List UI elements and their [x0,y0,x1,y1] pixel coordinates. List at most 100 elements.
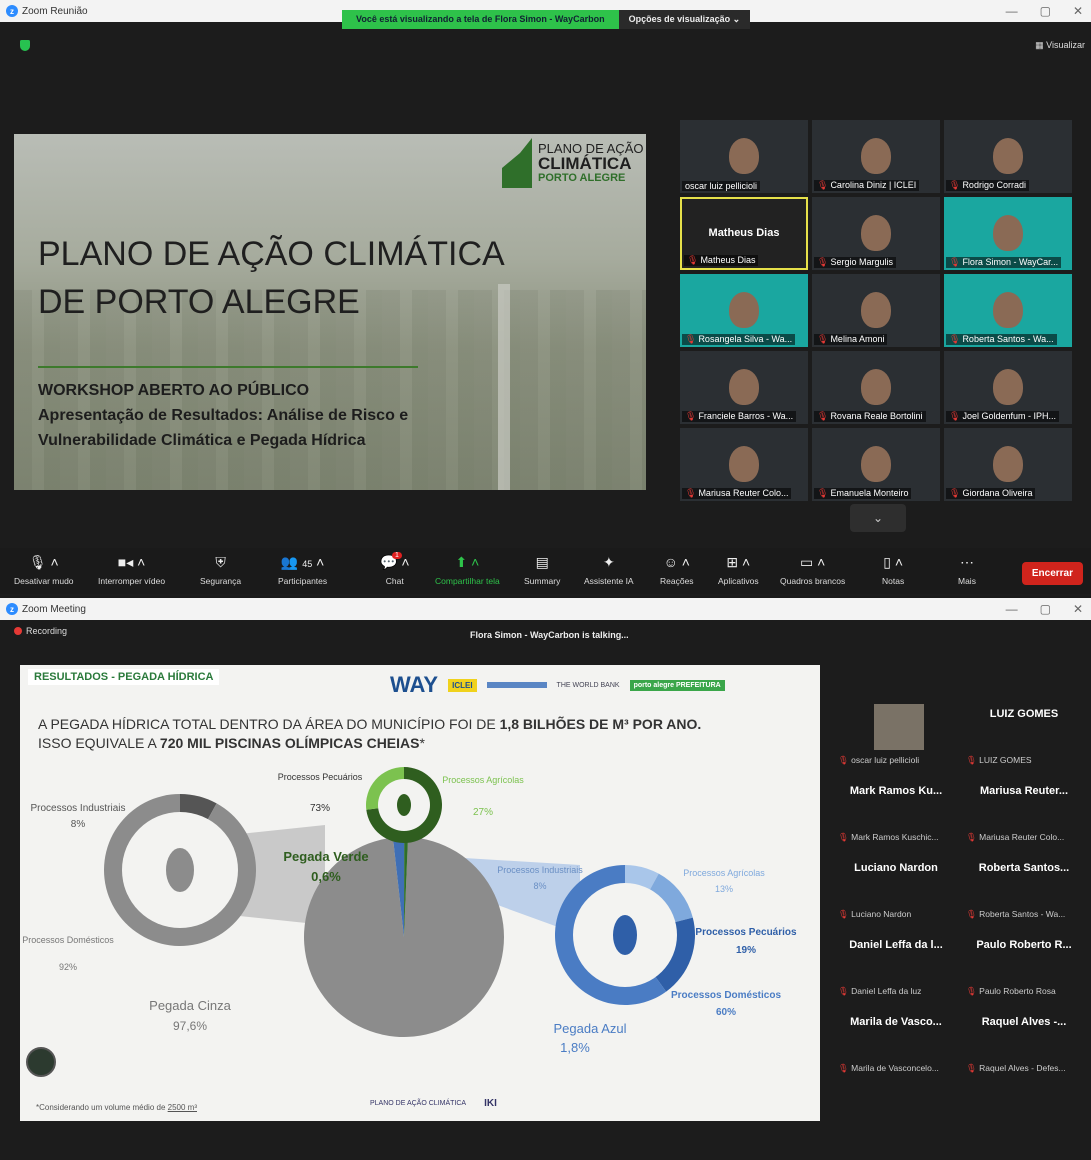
zoom-window-top: z Zoom Reunião — ▢ ✕ Você está visualiza… [0,0,1091,596]
participant-display-name: Mariusa Reuter... [979,785,1069,797]
muted-mic-icon: 🎙 [949,488,961,498]
footprint-blue-icon [613,915,637,955]
whiteboard-icon: ▭ ˄ [799,554,826,570]
plano-logo: PLANO DE AÇÃO CLIMÁTICA PORTO ALEGRE [502,138,643,188]
participant-tile[interactable]: Mariusa Reuter... 🎙 Mariusa Reuter Colo..… [964,773,1084,845]
participant-name: 🎙 Raquel Alves - Defes... [966,1063,1066,1073]
participant-tile[interactable]: 🎙 Flora Simon - WayCar... [944,197,1072,270]
value-pecuarios-green: 73% [310,803,330,814]
participant-name: 🎙 Mariusa Reuter Colo... [682,488,792,499]
participant-tile[interactable]: 🎙 Rovana Reale Bortolini [812,351,940,424]
summary-button[interactable]: ▤ Summary [524,554,560,586]
participant-name: 🎙 LUIZ GOMES [966,755,1032,765]
active-speaker-label: Flora Simon - WayCarbon is talking... [470,630,629,640]
label-industrial-gray: Processos Industriais [30,803,125,814]
zoom-logo-icon: z [6,5,18,17]
smiley-icon: ☺ ˄ [663,554,690,570]
more-button[interactable]: ⋯ Mais [958,554,976,586]
minimize-icon[interactable]: — [1006,4,1018,18]
video-button[interactable]: ■◂ ˄ Interromper vídeo [98,554,165,586]
iki-logo: IKI [484,1097,497,1109]
participant-display-name: Daniel Leffa da l... [849,939,943,951]
participant-video [993,446,1023,482]
participant-tile[interactable]: 🎙 Melina Amoni [812,274,940,347]
shared-slide: RESULTADOS - PEGADA HÍDRICA WAY ICLEI TH… [20,665,820,1121]
view-options-button[interactable]: Opções de visualização ⌄ [618,10,751,29]
sparkle-icon: ✦ [602,554,615,570]
chat-button[interactable]: 💬 ˄ 1 Chat [380,552,410,586]
value-industrial-blue: 8% [533,881,546,891]
participant-tile[interactable]: Roberta Santos... 🎙 Roberta Santos - Wa..… [964,850,1084,922]
security-button[interactable]: ⛨ Segurança [200,554,241,586]
participant-tile[interactable]: Raquel Alves -... 🎙 Raquel Alves - Defes.… [964,1004,1084,1076]
muted-mic-icon: 🎙 [966,986,980,996]
participant-tile[interactable]: 🎙 Sergio Margulis [812,197,940,270]
logo-line-3: PORTO ALEGRE [538,171,626,184]
participant-tile[interactable]: oscar luiz pellicioli [680,120,808,193]
participant-video [861,138,891,174]
label-pecuarios-green: Processos Pecuários [278,772,363,782]
participant-name: 🎙 oscar luiz pellicioli [838,755,920,765]
muted-mic-icon: 🎙 [685,411,697,421]
participant-tile[interactable]: LUIZ GOMES 🎙 LUIZ GOMES [964,696,1084,768]
subtitle-line2: Apresentação de Resultados: Análise de R… [38,407,409,424]
muted-mic-icon: 🎙 [817,334,829,344]
view-button[interactable]: ▦ Visualizar [1035,40,1085,51]
participant-tile[interactable]: Mark Ramos Ku... 🎙 Mark Ramos Kuschic... [836,773,956,845]
end-meeting-button[interactable]: Encerrar [1021,562,1083,585]
recording-indicator: Recording [14,626,67,636]
participant-tile[interactable]: Marila de Vasco... 🎙 Marila de Vasconcelo… [836,1004,956,1076]
muted-mic-icon: 🎙 [838,909,852,919]
participant-tile[interactable]: 🎙 Joel Goldenfum - IPH... [944,351,1072,424]
participant-tile[interactable]: 🎙 Carolina Diniz | ICLEI [812,120,940,193]
mute-button[interactable]: 🎙 ˄ Desativar mudo [14,554,74,586]
ai-assistant-button[interactable]: ✦ Assistente IA [584,554,634,586]
close-icon[interactable]: ✕ [1073,4,1083,18]
participants-button[interactable]: 👥 45 ˄ Participantes [278,554,327,586]
participant-tile[interactable]: Daniel Leffa da l... 🎙 Daniel Leffa da lu… [836,927,956,999]
share-screen-button[interactable]: ⬆ ˄ Compartilhar tela [435,554,500,586]
participant-tile[interactable]: 🎙 Rodrigo Corradi [944,120,1072,193]
participant-center-name: Matheus Dias [708,227,780,239]
participant-name: 🎙 Daniel Leffa da luz [838,986,922,996]
participant-tile[interactable]: 🎙 Emanuela Monteiro [812,428,940,501]
label-pecuarios-blue: Processos Pecuários [695,927,797,938]
participant-video [993,215,1023,251]
whiteboards-button[interactable]: ▭ ˄ Quadros brancos [780,554,845,586]
close-icon[interactable]: ✕ [1073,602,1083,616]
participant-tile[interactable]: 🎙 Rosangela Silva - Wa... [680,274,808,347]
participant-tile[interactable]: 🎙 Roberta Santos - Wa... [944,274,1072,347]
label-agricolas-green: Processos Agrícolas [442,775,524,785]
muted-mic-icon: 🎙 [966,832,980,842]
maximize-icon[interactable]: ▢ [1040,4,1051,18]
notes-button[interactable]: ▯ ˄ Notas [882,554,904,586]
participant-tile[interactable]: Matheus Dias 🎙 Matheus Dias [680,197,808,270]
muted-mic-icon: 🎙 [838,1063,852,1073]
participant-tile[interactable]: 🎙 oscar luiz pellicioli [836,696,956,768]
participant-tile[interactable]: 🎙 Franciele Barros - Wa... [680,351,808,424]
minimize-icon[interactable]: — [1006,602,1018,616]
share-screen-icon: ⬆ ˄ [455,554,480,570]
apps-button[interactable]: ⊞ ˄ Aplicativos [718,554,759,586]
participant-video [861,292,891,328]
maximize-icon[interactable]: ▢ [1040,602,1051,616]
participant-tile[interactable]: Paulo Roberto R... 🎙 Paulo Roberto Rosa [964,927,1084,999]
muted-mic-icon: 🎙 [838,832,852,842]
participant-tile[interactable]: 🎙 Mariusa Reuter Colo... [680,428,808,501]
participant-video [729,369,759,405]
value-domestic-gray: 92% [59,962,77,972]
muted-mic-icon: 🎙 [817,180,829,190]
muted-mic-icon: 🎙 [817,488,829,498]
participant-video [993,138,1023,174]
chevron-down-icon[interactable]: ⌄ [850,504,906,532]
label-agricolas-blue: Processos Agrícolas [683,868,765,878]
participant-video [993,292,1023,328]
participant-tile[interactable]: Luciano Nardon 🎙 Luciano Nardon [836,850,956,922]
reactions-button[interactable]: ☺ ˄ Reações [660,554,694,586]
annotate-pen-icon[interactable] [26,1047,56,1077]
participant-name: 🎙 Melina Amoni [814,334,888,345]
participant-tile[interactable]: 🎙 Giordana Oliveira [944,428,1072,501]
muted-mic-icon: 🎙 [949,257,961,267]
window-title: Zoom Meeting [22,603,86,615]
slide-title: PLANO DE AÇÃO CLIMÁTICA DE PORTO ALEGRE [38,230,505,326]
